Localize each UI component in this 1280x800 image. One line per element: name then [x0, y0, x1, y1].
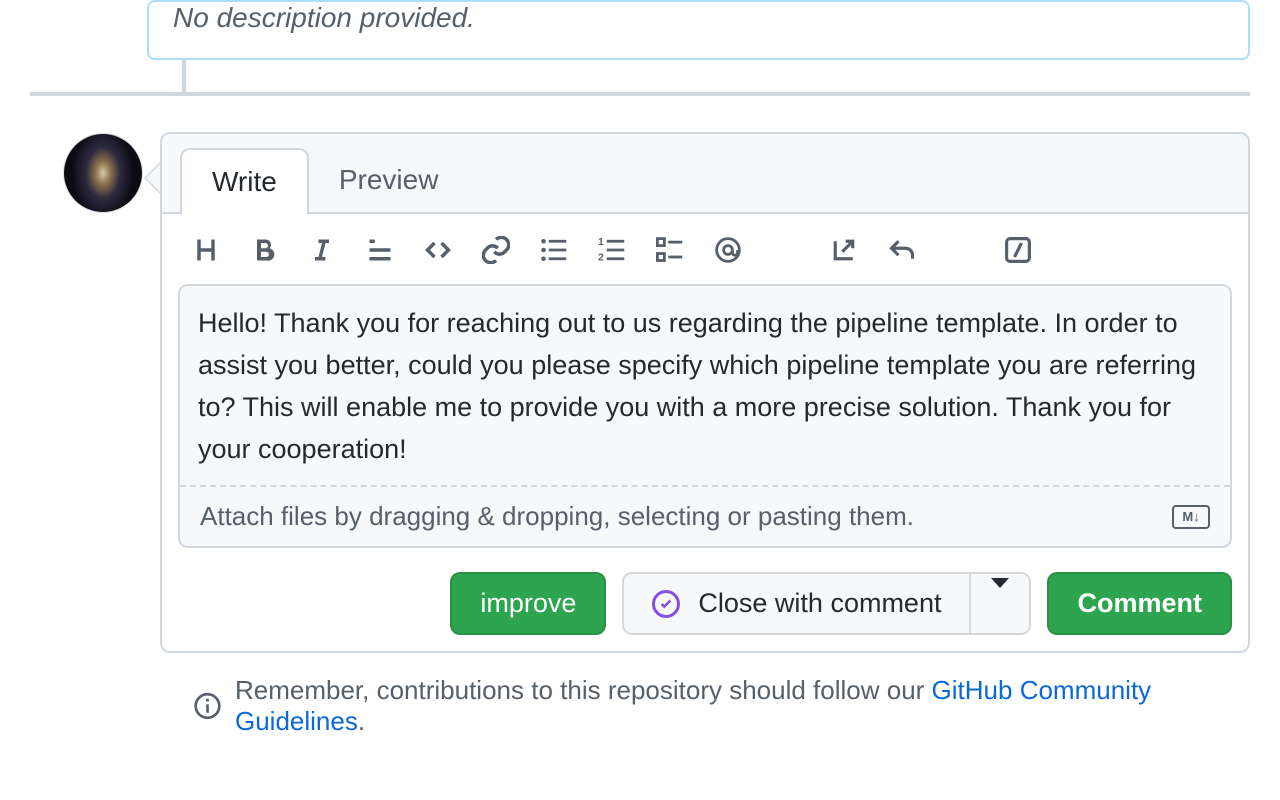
avatar[interactable] — [64, 134, 142, 212]
slash-commands-icon[interactable] — [1004, 236, 1032, 264]
reply-icon[interactable] — [888, 236, 916, 264]
comment-textarea[interactable] — [180, 286, 1230, 482]
timeline-connector — [182, 60, 186, 92]
tab-write[interactable]: Write — [180, 148, 309, 214]
quote-icon[interactable] — [366, 236, 394, 264]
chevron-down-icon — [991, 578, 1009, 618]
no-description-text: No description provided. — [173, 2, 1224, 34]
link-icon[interactable] — [482, 236, 510, 264]
issue-closed-icon — [652, 590, 680, 618]
code-icon[interactable] — [424, 236, 452, 264]
task-list-icon[interactable] — [656, 236, 684, 264]
tab-preview[interactable]: Preview — [309, 148, 469, 212]
info-icon — [194, 692, 221, 720]
contribution-footer: Remember, contributions to this reposito… — [194, 675, 1250, 737]
improve-button[interactable]: improve — [450, 572, 606, 635]
close-with-comment-button[interactable]: Close with comment — [622, 572, 969, 635]
action-buttons: improve Close with comment Comment — [162, 548, 1248, 651]
textarea-container: Attach files by dragging & dropping, sel… — [178, 284, 1232, 548]
cross-reference-icon[interactable] — [830, 236, 858, 264]
comment-composer: Write Preview — [160, 132, 1250, 653]
timeline-divider — [30, 92, 1250, 96]
bold-icon[interactable] — [250, 236, 278, 264]
svg-text:1: 1 — [598, 236, 604, 248]
footer-prefix: Remember, contributions to this reposito… — [235, 675, 932, 705]
attach-hint: Attach files by dragging & dropping, sel… — [200, 501, 914, 532]
ordered-list-icon[interactable]: 12 — [598, 236, 626, 264]
svg-text:2: 2 — [598, 252, 604, 264]
close-button-label: Close with comment — [698, 588, 941, 619]
comment-box-caret — [144, 162, 160, 194]
heading-icon[interactable] — [192, 236, 220, 264]
close-dropdown-button[interactable] — [969, 572, 1031, 635]
italic-icon[interactable] — [308, 236, 336, 264]
mention-icon[interactable] — [714, 236, 742, 264]
formatting-toolbar: 12 — [162, 214, 1248, 284]
editor-tabs: Write Preview — [162, 134, 1248, 214]
comment-button[interactable]: Comment — [1047, 572, 1232, 635]
unordered-list-icon[interactable] — [540, 236, 568, 264]
footer-suffix: . — [358, 706, 365, 736]
markdown-icon[interactable]: M↓ — [1172, 505, 1210, 529]
attach-row[interactable]: Attach files by dragging & dropping, sel… — [180, 485, 1230, 546]
previous-comment-box: No description provided. — [147, 0, 1250, 60]
close-button-group: Close with comment — [622, 572, 1031, 635]
